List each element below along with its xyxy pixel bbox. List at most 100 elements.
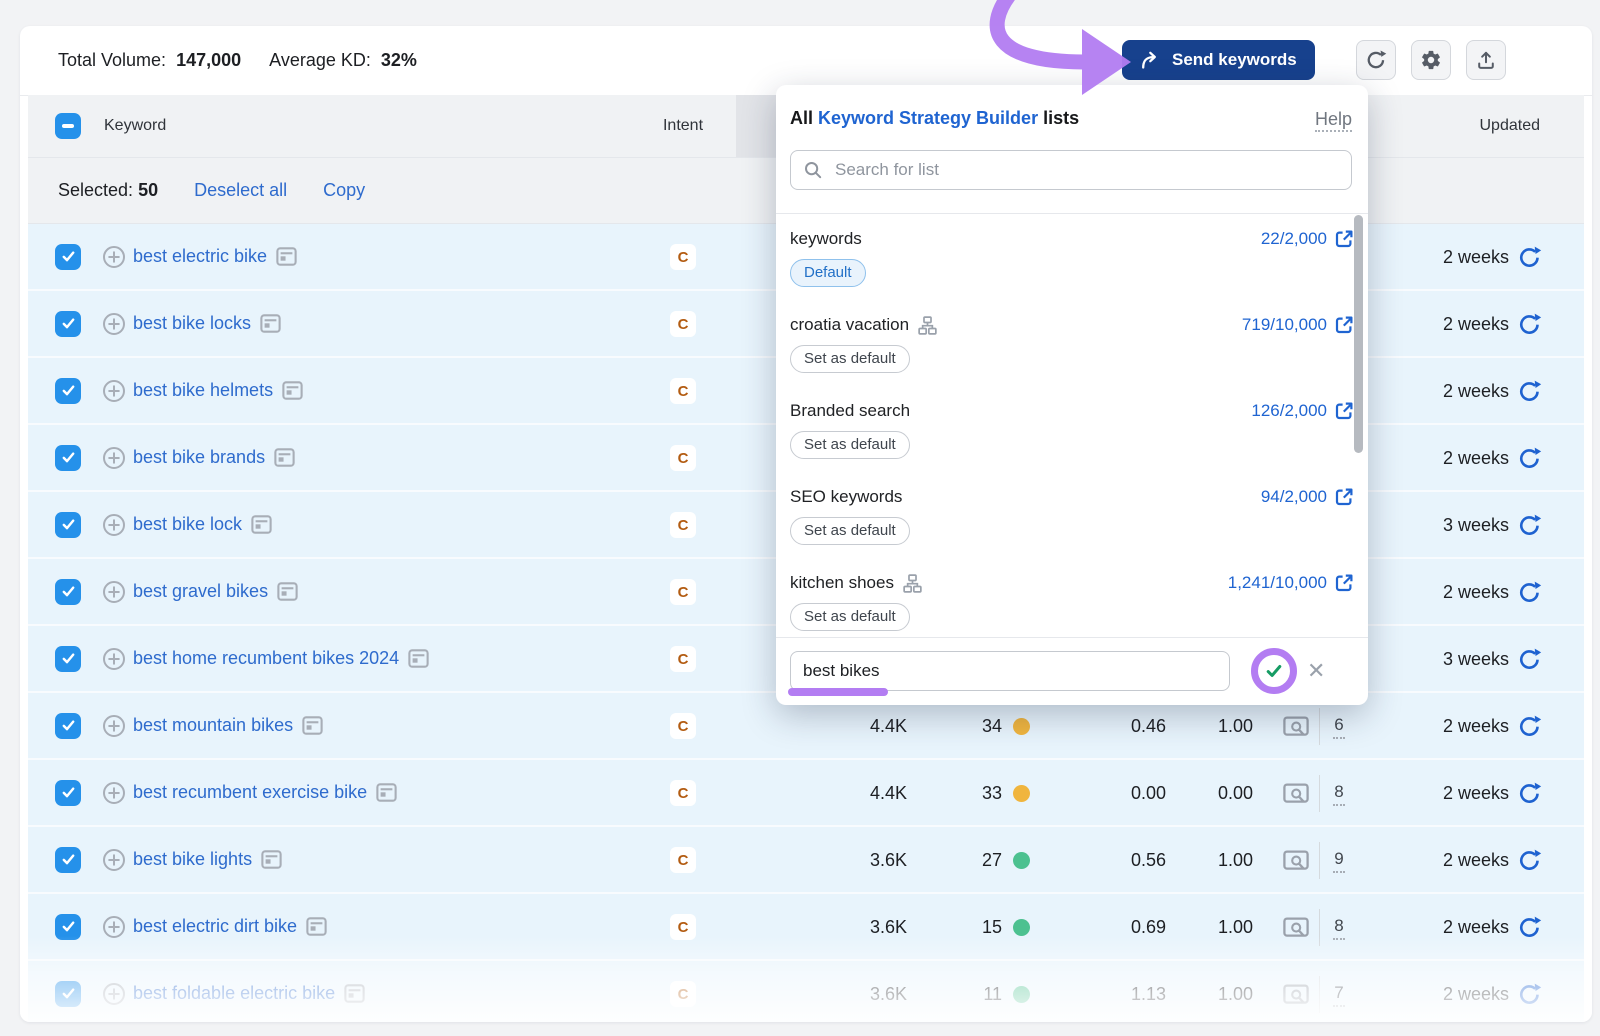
- list-count-link[interactable]: 719/10,000: [1242, 315, 1354, 335]
- popup-scrollbar[interactable]: [1354, 215, 1363, 453]
- refresh-row-icon[interactable]: [1517, 982, 1542, 1007]
- serp-features-icon[interactable]: [376, 783, 397, 802]
- refresh-row-icon[interactable]: [1517, 915, 1542, 940]
- column-header-keyword[interactable]: Keyword: [104, 95, 166, 157]
- column-header-updated[interactable]: Updated: [1388, 95, 1540, 157]
- serp-features-icon[interactable]: [260, 314, 281, 333]
- add-keyword-icon[interactable]: [102, 245, 126, 269]
- serp-features-icon[interactable]: [302, 716, 323, 735]
- row-checkbox[interactable]: [55, 780, 81, 806]
- row-checkbox[interactable]: [55, 512, 81, 538]
- keyword-link[interactable]: best bike lock: [133, 514, 242, 535]
- row-checkbox[interactable]: [55, 311, 81, 337]
- serp-features-icon[interactable]: [408, 649, 429, 668]
- refresh-row-icon[interactable]: [1517, 580, 1542, 605]
- row-checkbox[interactable]: [55, 981, 81, 1007]
- refresh-row-icon[interactable]: [1517, 312, 1542, 337]
- keyword-link[interactable]: best bike brands: [133, 447, 265, 468]
- serp-preview-icon[interactable]: [1283, 782, 1309, 811]
- add-keyword-icon[interactable]: [102, 580, 126, 604]
- results-link[interactable]: 8: [1322, 894, 1356, 961]
- keyword-link[interactable]: best foldable electric bike: [133, 983, 335, 1004]
- keyword-link[interactable]: best electric bike: [133, 246, 267, 267]
- serp-features-icon[interactable]: [251, 515, 272, 534]
- keyword-link[interactable]: best bike lights: [133, 849, 252, 870]
- export-button[interactable]: [1466, 40, 1506, 80]
- row-checkbox[interactable]: [55, 713, 81, 739]
- serp-features-icon[interactable]: [282, 381, 303, 400]
- refresh-all-button[interactable]: [1356, 40, 1396, 80]
- row-checkbox[interactable]: [55, 244, 81, 270]
- confirm-button[interactable]: [1264, 661, 1284, 681]
- set-as-default-button[interactable]: Set as default: [790, 517, 910, 545]
- row-checkbox[interactable]: [55, 914, 81, 940]
- add-keyword-icon[interactable]: [102, 446, 126, 470]
- set-as-default-button[interactable]: Set as default: [790, 431, 910, 459]
- list-item[interactable]: SEO keywords 94/2,000 Set as default: [776, 471, 1368, 557]
- send-keywords-button[interactable]: Send keywords: [1122, 40, 1315, 80]
- refresh-row-icon[interactable]: [1517, 848, 1542, 873]
- refresh-row-icon[interactable]: [1517, 446, 1542, 471]
- row-checkbox[interactable]: [55, 378, 81, 404]
- keyword-link[interactable]: best recumbent exercise bike: [133, 782, 367, 803]
- set-as-default-button[interactable]: Set as default: [790, 345, 910, 373]
- set-as-default-button[interactable]: Set as default: [790, 603, 910, 631]
- add-keyword-icon[interactable]: [102, 848, 126, 872]
- list-search-input[interactable]: [833, 159, 1339, 181]
- add-keyword-icon[interactable]: [102, 714, 126, 738]
- row-checkbox[interactable]: [55, 579, 81, 605]
- results-link[interactable]: 9: [1322, 827, 1356, 894]
- serp-features-icon[interactable]: [306, 917, 327, 936]
- serp-preview-icon[interactable]: [1283, 983, 1309, 1012]
- list-item[interactable]: kitchen shoes 1,241/10,000 Set as defaul…: [776, 557, 1368, 638]
- list-item[interactable]: keywords 22/2,000 Default: [776, 213, 1368, 299]
- row-checkbox[interactable]: [55, 847, 81, 873]
- serp-preview-icon[interactable]: [1283, 849, 1309, 878]
- keyword-link[interactable]: best bike locks: [133, 313, 251, 334]
- refresh-row-icon[interactable]: [1517, 513, 1542, 538]
- add-keyword-icon[interactable]: [102, 312, 126, 336]
- add-keyword-icon[interactable]: [102, 513, 126, 537]
- list-count-link[interactable]: 22/2,000: [1261, 229, 1354, 249]
- refresh-row-icon[interactable]: [1517, 781, 1542, 806]
- refresh-row-icon[interactable]: [1517, 245, 1542, 270]
- serp-features-icon[interactable]: [277, 582, 298, 601]
- select-all-checkbox[interactable]: [55, 113, 81, 139]
- list-count-link[interactable]: 94/2,000: [1261, 487, 1354, 507]
- cancel-button[interactable]: ✕: [1307, 658, 1325, 684]
- keyword-link[interactable]: best mountain bikes: [133, 715, 293, 736]
- serp-features-icon[interactable]: [261, 850, 282, 869]
- deselect-all-link[interactable]: Deselect all: [194, 180, 287, 201]
- list-item[interactable]: croatia vacation 719/10,000 Set as defau…: [776, 299, 1368, 385]
- column-header-intent[interactable]: Intent: [623, 95, 743, 157]
- serp-features-icon[interactable]: [276, 247, 297, 266]
- results-link[interactable]: 7: [1322, 961, 1356, 1022]
- copy-link[interactable]: Copy: [323, 180, 365, 201]
- list-item[interactable]: Branded search 126/2,000 Set as default: [776, 385, 1368, 471]
- row-checkbox[interactable]: [55, 646, 81, 672]
- ksb-link[interactable]: Keyword Strategy Builder: [818, 108, 1038, 128]
- row-checkbox[interactable]: [55, 445, 81, 471]
- keyword-link[interactable]: best electric dirt bike: [133, 916, 297, 937]
- add-keyword-icon[interactable]: [102, 379, 126, 403]
- list-count-link[interactable]: 1,241/10,000: [1228, 573, 1354, 593]
- serp-features-icon[interactable]: [274, 448, 295, 467]
- add-keyword-icon[interactable]: [102, 781, 126, 805]
- serp-features-icon[interactable]: [344, 984, 365, 1003]
- keyword-link[interactable]: best bike helmets: [133, 380, 273, 401]
- serp-preview-icon[interactable]: [1283, 916, 1309, 945]
- help-link[interactable]: Help: [1315, 109, 1352, 132]
- keyword-link[interactable]: best gravel bikes: [133, 581, 268, 602]
- add-keyword-icon[interactable]: [102, 982, 126, 1006]
- add-keyword-icon[interactable]: [102, 647, 126, 671]
- list-search-box[interactable]: [790, 150, 1352, 190]
- new-list-name-input[interactable]: [790, 651, 1230, 691]
- refresh-row-icon[interactable]: [1517, 379, 1542, 404]
- results-link[interactable]: 8: [1322, 760, 1356, 827]
- keyword-link[interactable]: best home recumbent bikes 2024: [133, 648, 399, 669]
- list-count-link[interactable]: 126/2,000: [1251, 401, 1354, 421]
- refresh-row-icon[interactable]: [1517, 647, 1542, 672]
- serp-preview-icon[interactable]: [1283, 715, 1309, 744]
- add-keyword-icon[interactable]: [102, 915, 126, 939]
- settings-button[interactable]: [1411, 40, 1451, 80]
